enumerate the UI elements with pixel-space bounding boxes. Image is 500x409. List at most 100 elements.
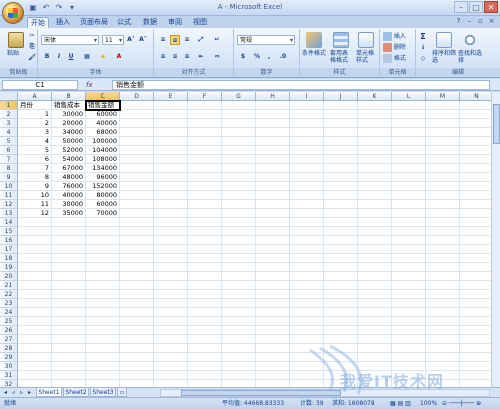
cell[interactable] [154, 173, 188, 182]
cell[interactable] [188, 191, 222, 200]
cell[interactable] [120, 281, 154, 290]
cell[interactable] [52, 245, 86, 254]
cell[interactable] [18, 236, 52, 245]
cell[interactable] [120, 155, 154, 164]
cell[interactable]: 60000 [86, 110, 120, 119]
cell[interactable] [358, 173, 392, 182]
font-color-icon[interactable]: A [114, 52, 124, 62]
cell[interactable] [324, 299, 358, 308]
sheet-tab-1[interactable]: Sheet1 [36, 388, 62, 397]
cell[interactable] [460, 335, 494, 344]
cell[interactable] [460, 281, 494, 290]
row-header[interactable]: 11 [0, 191, 18, 200]
cell[interactable] [290, 128, 324, 137]
autosum-button[interactable]: Σ [418, 32, 428, 42]
column-header[interactable]: I [290, 92, 324, 101]
cell[interactable] [392, 137, 426, 146]
cell[interactable] [256, 353, 290, 362]
cell[interactable] [86, 299, 120, 308]
select-all-corner[interactable] [0, 92, 18, 101]
cell[interactable] [18, 254, 52, 263]
cell[interactable] [188, 173, 222, 182]
column-header[interactable]: D [120, 92, 154, 101]
cell[interactable] [392, 191, 426, 200]
cell[interactable]: 108000 [86, 155, 120, 164]
cell[interactable] [86, 317, 120, 326]
cell[interactable] [324, 101, 358, 110]
cell[interactable] [154, 164, 188, 173]
cell[interactable] [256, 182, 290, 191]
maximize-button[interactable]: □ [469, 1, 483, 13]
cell[interactable] [324, 335, 358, 344]
cell[interactable] [120, 200, 154, 209]
cell[interactable] [18, 218, 52, 227]
cell[interactable] [18, 335, 52, 344]
cell[interactable] [392, 200, 426, 209]
zoom-level[interactable]: 100% [420, 398, 437, 409]
cell[interactable] [222, 290, 256, 299]
cell[interactable] [222, 353, 256, 362]
cell[interactable] [188, 326, 222, 335]
cell[interactable] [154, 254, 188, 263]
cell[interactable] [154, 353, 188, 362]
row-header[interactable]: 2 [0, 110, 18, 119]
cell[interactable] [222, 335, 256, 344]
fill-icon[interactable]: ↓ [418, 43, 428, 53]
cell[interactable] [460, 245, 494, 254]
cell[interactable] [222, 380, 256, 387]
cell[interactable] [358, 164, 392, 173]
cell[interactable] [324, 254, 358, 263]
decimal-icon[interactable]: .0 [278, 52, 288, 62]
help-icon[interactable]: ? [454, 17, 463, 26]
cell[interactable] [188, 290, 222, 299]
cell[interactable] [222, 182, 256, 191]
cell[interactable] [392, 236, 426, 245]
cell[interactable]: 1 [18, 110, 52, 119]
shrink-font-button[interactable]: A˅ [138, 35, 148, 45]
cell[interactable] [256, 362, 290, 371]
cell[interactable]: 20000 [52, 119, 86, 128]
cell[interactable] [426, 164, 460, 173]
cell[interactable] [324, 308, 358, 317]
cell[interactable]: 34000 [52, 128, 86, 137]
cell[interactable] [256, 281, 290, 290]
cell[interactable] [358, 254, 392, 263]
cell[interactable] [222, 236, 256, 245]
cell[interactable]: 5 [18, 146, 52, 155]
cell[interactable] [18, 290, 52, 299]
cell[interactable] [460, 101, 494, 110]
cell[interactable] [290, 119, 324, 128]
cell[interactable] [120, 164, 154, 173]
cell[interactable] [120, 299, 154, 308]
bold-button[interactable]: B [42, 52, 52, 62]
cell[interactable] [460, 227, 494, 236]
insert-button[interactable]: 插入 [383, 32, 406, 41]
cell[interactable] [324, 146, 358, 155]
cell[interactable]: 100000 [86, 137, 120, 146]
cell[interactable] [188, 119, 222, 128]
cell[interactable] [222, 137, 256, 146]
cell[interactable] [120, 263, 154, 272]
row-header[interactable]: 4 [0, 128, 18, 137]
cell[interactable] [222, 173, 256, 182]
cell[interactable] [426, 200, 460, 209]
cell[interactable] [392, 326, 426, 335]
cell[interactable] [392, 128, 426, 137]
cell[interactable] [460, 191, 494, 200]
cell[interactable] [188, 281, 222, 290]
row-header[interactable]: 18 [0, 254, 18, 263]
cell[interactable] [290, 290, 324, 299]
row-header[interactable]: 29 [0, 353, 18, 362]
cell[interactable]: 3 [18, 128, 52, 137]
cell[interactable] [426, 344, 460, 353]
cell[interactable] [188, 317, 222, 326]
cell[interactable] [154, 362, 188, 371]
cell[interactable] [86, 290, 120, 299]
cell[interactable] [86, 308, 120, 317]
cell[interactable] [256, 236, 290, 245]
cell[interactable] [358, 344, 392, 353]
cell[interactable] [154, 263, 188, 272]
row-header[interactable]: 28 [0, 344, 18, 353]
cell[interactable] [120, 362, 154, 371]
cell[interactable] [86, 344, 120, 353]
